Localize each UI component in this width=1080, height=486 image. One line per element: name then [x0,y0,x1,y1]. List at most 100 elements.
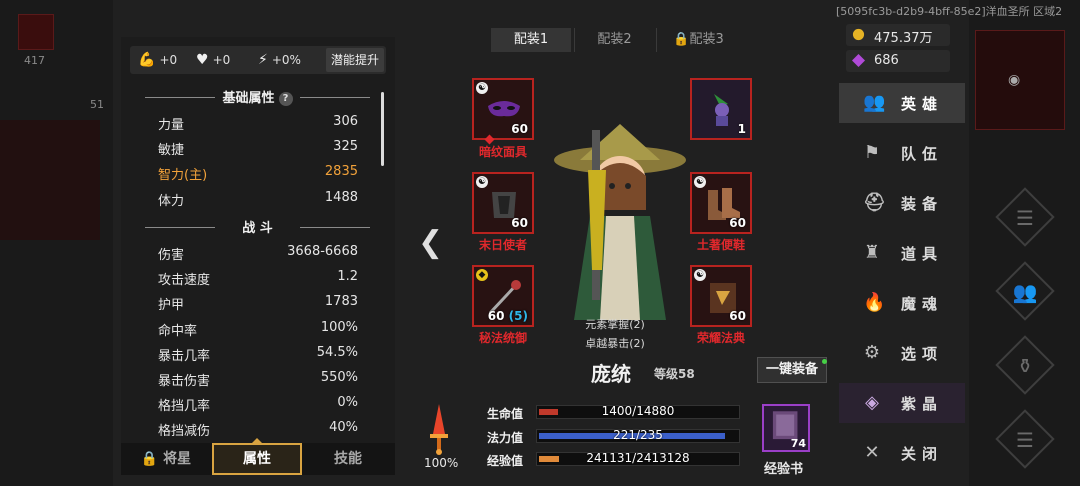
combat-value: 0% [337,395,358,410]
mp-value: 221/235 [613,428,663,442]
exp-book-label: 经验书 [764,462,804,477]
tab-attributes[interactable]: 属性 [212,443,302,475]
slot-level: 1 [737,122,746,136]
combat-row: 暴击几率 54.5% [158,345,358,365]
hero-name: 庞统 [591,362,631,386]
attr-value: 1488 [324,190,358,205]
combat-label: 命中率 [158,324,198,339]
menu-soul[interactable]: 🔥 魔魂 [839,283,965,323]
slot-level: 60 [729,216,746,230]
basic-attributes-title: 基础属性 [222,91,275,106]
gem-display: 686 [846,50,950,72]
flame-icon: 🔥 [863,292,892,313]
list-icon[interactable]: ☰ [1005,420,1045,460]
attr-value: 2835 [324,164,358,179]
menu-hero[interactable]: 👥 英雄 [839,83,965,123]
slot-level: 60 (5) [488,309,528,323]
attr-row-main: 智力(主) 2835 [158,164,358,184]
combat-value: 1.2 [337,269,358,284]
combat-header: 战 斗 [145,217,370,236]
menu-close-label: 关闭 [901,445,944,463]
social-icon[interactable]: 👥 [1005,272,1045,312]
attr-label: 体力 [158,194,185,209]
equip-all-button[interactable]: 一键装备 [757,357,827,383]
combat-row: 伤害 3668-6668 [158,244,358,264]
power-percent: 100% [424,456,459,470]
combat-row: 暴击伤害 550% [158,370,358,390]
potential-upgrade-button[interactable]: 潜能提升 [326,48,384,72]
tab-loadout-2[interactable]: 配装2 [574,28,654,52]
basic-attributes-header: 基础属性? [145,87,370,106]
attr-label: 力量 [158,118,185,133]
menu-items[interactable]: ♜ 道具 [839,233,965,273]
menu-equipment[interactable]: ⛑ 装备 [839,183,965,223]
tab-skills[interactable]: 技能 [303,443,393,475]
hp-value: 1400/14880 [601,404,675,418]
combat-label: 攻击速度 [158,273,211,288]
tab-loadout-3[interactable]: 🔒配装3 [656,28,740,52]
weapon-level: 60 [487,309,505,323]
tab-stars[interactable]: 🔒 将星 [121,443,211,475]
slot-boots[interactable]: ☯ 60 [690,172,752,234]
menu-options-label: 选项 [901,345,944,363]
combat-value: 40% [329,420,358,435]
menu-close[interactable]: ✕ 关闭 [839,433,965,473]
slot-book[interactable]: ☯ 60 [690,265,752,327]
map-tile [0,120,100,240]
slot-mask[interactable]: ☯ 60 [472,78,534,140]
speed-bonus: ⚡ +0% [258,52,301,68]
notification-dot [822,359,827,364]
set-bonus-tag: 卓越暴击(2) [585,337,645,350]
attr-label: 智力(主) [158,168,208,183]
helmet-icon: ⛑ [863,192,892,213]
set-bonus-tag: 元素掌握(2) [585,318,645,331]
slot-book-name: 荣耀法典 [696,331,745,345]
attr-label: 敏捷 [158,143,185,158]
stat-bonus-bar: 💪 +0 ♥ +0 ⚡ +0% 潜能提升 [130,46,386,74]
combat-label: 伤害 [158,248,185,263]
menu-options[interactable]: ⚙ 选项 [839,333,965,373]
attr-row: 力量 306 [158,114,358,134]
combat-value: 1783 [324,294,358,309]
strength-bonus-value: +0 [159,53,178,67]
slot-pet[interactable]: 1 [690,78,752,140]
help-icon[interactable]: ? [278,92,293,106]
hero-portrait [554,124,686,320]
attributes-scrollbar[interactable] [381,92,384,166]
attr-row: 敏捷 325 [158,139,358,159]
gold-value: 475.37万 [874,31,933,46]
map-tile [18,14,54,50]
exp-book-count: 74 [790,437,806,450]
attr-value: 325 [333,139,358,154]
attr-row: 体力 1488 [158,190,358,210]
hp-label: 生命值 [487,407,524,421]
tab-loadout-1[interactable]: 配装1 [491,28,571,52]
slot-boots-name: 土著便鞋 [696,238,745,252]
slot-armor[interactable]: ☯ 60 [472,172,534,234]
muscle-icon: 💪 [138,52,156,68]
prev-hero-arrow[interactable]: ❮ [418,225,443,260]
potion-icon[interactable]: ⚱ [1005,346,1045,386]
menu-crystal[interactable]: ◈ 紫晶 [839,383,965,423]
combat-label: 格挡减伤 [158,424,211,436]
combat-row: 护甲 1783 [158,294,358,314]
combat-title: 战 斗 [242,221,273,236]
combat-label: 暴击伤害 [158,374,211,389]
combat-row: 攻击速度 1.2 [158,269,358,289]
slot-weapon[interactable]: ◆ 60 (5) [472,265,534,327]
strength-bonus: 💪 +0 [138,52,177,68]
menu-soul-label: 魔魂 [901,295,944,313]
gear-icon: ⚙ [863,342,887,363]
tab-loadout-3-label: 配装3 [689,32,724,47]
exp-book-slot[interactable]: 74 [762,404,810,452]
slot-armor-name: 末日使者 [478,238,527,252]
exp-value: 241131/2413128 [586,451,690,465]
exp-label: 经验值 [487,454,524,468]
tab-indicator [252,438,262,443]
slot-level: 60 [729,309,746,323]
lightning-icon: ⚡ [258,52,268,68]
quest-icon[interactable]: ☰ [1005,198,1045,238]
mp-label: 法力值 [487,431,524,445]
combat-value: 3668-6668 [287,244,358,259]
menu-team[interactable]: ⚑ 队伍 [839,133,965,173]
